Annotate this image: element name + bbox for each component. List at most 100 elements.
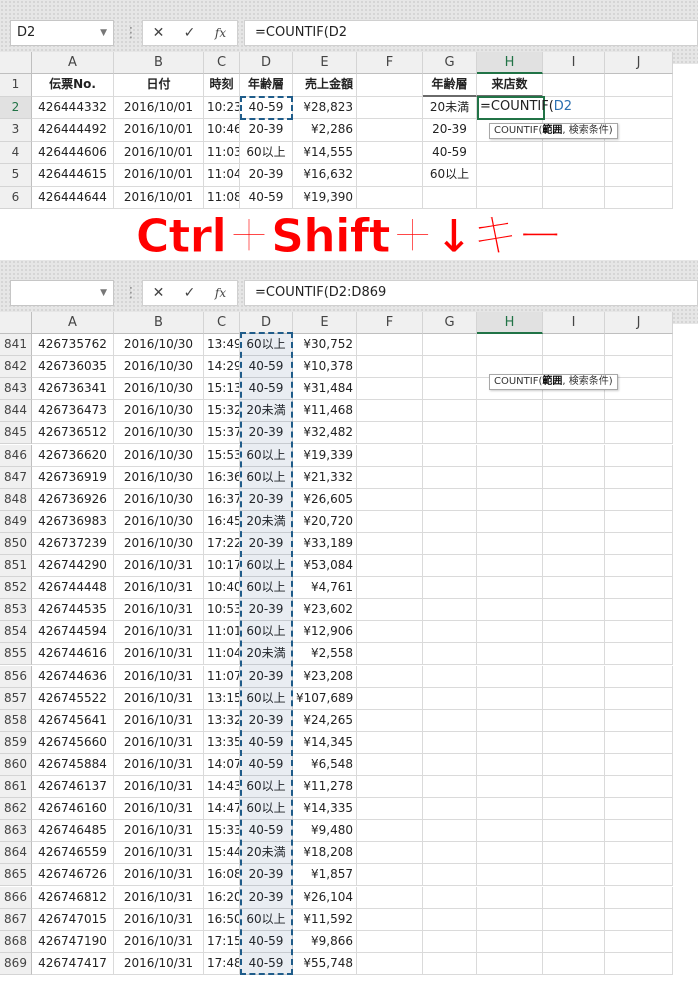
cell-b-849[interactable]: 2016/10/30 — [114, 510, 204, 533]
cell-g-869[interactable] — [423, 952, 477, 975]
cell-h-846[interactable] — [477, 444, 543, 467]
cell-b-843[interactable]: 2016/10/30 — [114, 378, 204, 401]
row-header[interactable]: 862 — [0, 798, 32, 821]
cell-c-844[interactable]: 15:32 — [204, 400, 240, 423]
cell-g-851[interactable] — [423, 555, 477, 578]
cell-f-1[interactable] — [357, 74, 423, 97]
cell-a-847[interactable]: 426736919 — [32, 466, 114, 489]
cell-f-848[interactable] — [357, 488, 423, 511]
cell-b-5[interactable]: 2016/10/01 — [114, 164, 204, 187]
column-header-c[interactable]: C — [204, 52, 240, 74]
cell-c-846[interactable]: 15:53 — [204, 444, 240, 467]
cell-g-1[interactable]: 年齢層 — [423, 74, 477, 97]
cell-e-864[interactable]: ¥18,208 — [293, 842, 357, 865]
column-header-h[interactable]: H — [477, 52, 543, 74]
cell-f-868[interactable] — [357, 930, 423, 953]
cell-b-841[interactable]: 2016/10/30 — [114, 334, 204, 357]
cell-i-851[interactable] — [543, 555, 605, 578]
cell-c-865[interactable]: 16:08 — [204, 864, 240, 887]
cell-b-850[interactable]: 2016/10/30 — [114, 532, 204, 555]
cell-i-855[interactable] — [543, 643, 605, 666]
cell-a-843[interactable]: 426736341 — [32, 378, 114, 401]
cell-j-846[interactable] — [605, 444, 673, 467]
enter-icon[interactable]: ✓ — [174, 281, 205, 305]
cell-e-2[interactable]: ¥28,823 — [293, 96, 357, 119]
cell-a-853[interactable]: 426744535 — [32, 599, 114, 622]
cell-e-1[interactable]: 売上金額 — [293, 74, 357, 97]
row-header[interactable]: 869 — [0, 952, 32, 975]
cell-e-6[interactable]: ¥19,390 — [293, 186, 357, 209]
cell-b-845[interactable]: 2016/10/30 — [114, 422, 204, 445]
cell-a-5[interactable]: 426444615 — [32, 164, 114, 187]
row-header[interactable]: 844 — [0, 400, 32, 423]
cell-j-854[interactable] — [605, 621, 673, 644]
cell-f-858[interactable] — [357, 709, 423, 732]
row-header[interactable]: 5 — [0, 164, 32, 187]
cell-a-1[interactable]: 伝票No. — [32, 74, 114, 97]
cell-f-855[interactable] — [357, 643, 423, 666]
cell-i-846[interactable] — [543, 444, 605, 467]
cell-b-863[interactable]: 2016/10/31 — [114, 820, 204, 843]
cell-g-846[interactable] — [423, 444, 477, 467]
cell-h-4[interactable] — [477, 141, 543, 164]
cell-b-1[interactable]: 日付 — [114, 74, 204, 97]
cell-j-867[interactable] — [605, 908, 673, 931]
column-header-d[interactable]: D — [240, 52, 293, 74]
cell-e-866[interactable]: ¥26,104 — [293, 886, 357, 909]
cancel-icon[interactable]: ✕ — [143, 21, 174, 45]
cell-h-841[interactable] — [477, 334, 543, 357]
cell-c-3[interactable]: 10:46 — [204, 119, 240, 142]
cell-a-858[interactable]: 426745641 — [32, 709, 114, 732]
row-header[interactable]: 858 — [0, 709, 32, 732]
cell-i-845[interactable] — [543, 422, 605, 445]
select-all-corner[interactable] — [0, 312, 32, 334]
row-header[interactable]: 845 — [0, 422, 32, 445]
cell-g-847[interactable] — [423, 466, 477, 489]
cell-j-858[interactable] — [605, 709, 673, 732]
cell-e-865[interactable]: ¥1,857 — [293, 864, 357, 887]
cell-f-865[interactable] — [357, 864, 423, 887]
cell-c-864[interactable]: 15:44 — [204, 842, 240, 865]
cell-f-856[interactable] — [357, 665, 423, 688]
column-header-h[interactable]: H — [477, 312, 543, 334]
cell-f-861[interactable] — [357, 776, 423, 799]
cell-d-4[interactable]: 60以上 — [240, 141, 293, 164]
cell-j-868[interactable] — [605, 930, 673, 953]
cell-g-862[interactable] — [423, 798, 477, 821]
row-header[interactable]: 856 — [0, 665, 32, 688]
cell-j-864[interactable] — [605, 842, 673, 865]
cell-g-844[interactable] — [423, 400, 477, 423]
cell-e-848[interactable]: ¥26,605 — [293, 488, 357, 511]
cell-b-2[interactable]: 2016/10/01 — [114, 96, 204, 119]
cell-h-861[interactable] — [477, 776, 543, 799]
cell-b-861[interactable]: 2016/10/31 — [114, 776, 204, 799]
row-header[interactable]: 852 — [0, 577, 32, 600]
row-header[interactable]: 868 — [0, 930, 32, 953]
cell-e-858[interactable]: ¥24,265 — [293, 709, 357, 732]
row-header[interactable]: 846 — [0, 444, 32, 467]
cell-e-859[interactable]: ¥14,345 — [293, 731, 357, 754]
cell-j-845[interactable] — [605, 422, 673, 445]
column-header-e[interactable]: E — [293, 312, 357, 334]
cell-j-863[interactable] — [605, 820, 673, 843]
cell-j-869[interactable] — [605, 952, 673, 975]
cell-f-869[interactable] — [357, 952, 423, 975]
cell-j-866[interactable] — [605, 886, 673, 909]
cell-h-847[interactable] — [477, 466, 543, 489]
cell-h-849[interactable] — [477, 510, 543, 533]
cell-g-868[interactable] — [423, 930, 477, 953]
cell-i-866[interactable] — [543, 886, 605, 909]
cell-i-858[interactable] — [543, 709, 605, 732]
cell-c-1[interactable]: 時刻 — [204, 74, 240, 97]
cell-a-849[interactable]: 426736983 — [32, 510, 114, 533]
cell-f-857[interactable] — [357, 687, 423, 710]
cell-h-850[interactable] — [477, 532, 543, 555]
cell-i-849[interactable] — [543, 510, 605, 533]
row-header[interactable]: 847 — [0, 466, 32, 489]
cell-a-3[interactable]: 426444492 — [32, 119, 114, 142]
column-header-c[interactable]: C — [204, 312, 240, 334]
cell-j-850[interactable] — [605, 532, 673, 555]
cell-h-851[interactable] — [477, 555, 543, 578]
cell-e-853[interactable]: ¥23,602 — [293, 599, 357, 622]
cell-a-855[interactable]: 426744616 — [32, 643, 114, 666]
